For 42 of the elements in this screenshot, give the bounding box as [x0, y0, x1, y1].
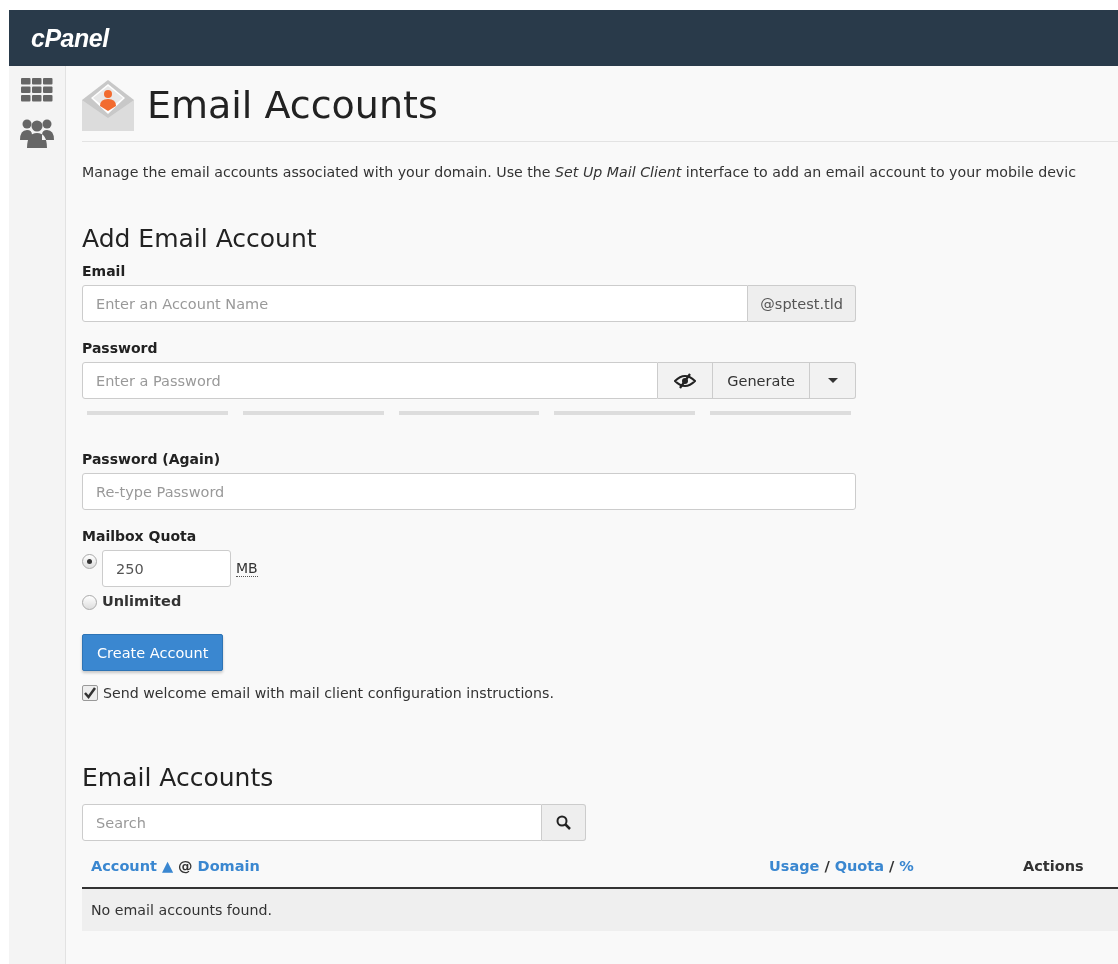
account-sort-link[interactable]: Account [91, 858, 157, 874]
search-button[interactable] [542, 804, 586, 841]
cpanel-logo[interactable]: cPanel [31, 23, 109, 53]
password-again-field[interactable]: Re-type Password [82, 473, 856, 510]
separator: / [889, 858, 895, 874]
grid-icon[interactable] [21, 78, 53, 102]
checkbox-label: Send welcome email with mail client configuration instructions. [103, 685, 554, 701]
radio-label: Unlimited [102, 592, 182, 609]
field-label: Password (Again) [82, 451, 222, 467]
radio-button[interactable] [82, 595, 97, 610]
show-password-button[interactable] [658, 362, 714, 399]
quota-field[interactable]: 250 [102, 550, 231, 587]
checkbox[interactable] [82, 685, 98, 701]
page-description: Manage the email accounts associated with your domain. Use the Set Up Mail Client interface to add an email account to your mobile devic [82, 164, 1077, 180]
unit-label: MB [236, 560, 258, 577]
empty-message: No email accounts found. [82, 889, 1118, 931]
domain-addon: @sptest.tld [748, 285, 856, 322]
field-label: Password [82, 340, 159, 356]
domain-sort-link[interactable]: Domain [197, 858, 260, 874]
sort-ascending-icon[interactable]: ▲ [161, 858, 174, 874]
password-field[interactable]: Enter a Password [82, 362, 659, 399]
actions-header: Actions [1023, 858, 1084, 874]
create-account-button[interactable]: Create Account [82, 634, 224, 671]
field-label: Email [82, 263, 127, 279]
search-field[interactable]: Search [82, 804, 542, 841]
percent-sort-link[interactable]: % [899, 858, 914, 874]
quota-sort-link[interactable]: Quota [834, 858, 885, 874]
eye-slash-icon [674, 372, 697, 389]
section-heading: Email Accounts [82, 763, 275, 792]
generate-button[interactable]: Generate [713, 362, 810, 399]
email-field[interactable]: Enter an Account Name [82, 285, 749, 322]
section-heading: Add Email Account [82, 224, 318, 253]
field-label: Mailbox Quota [82, 528, 198, 544]
search-icon [556, 815, 571, 830]
separator: / [824, 858, 830, 874]
usage-sort-link[interactable]: Usage [769, 858, 820, 874]
at-sign: @ [178, 858, 193, 874]
envelope-person-icon [82, 78, 135, 131]
users-icon[interactable] [20, 118, 54, 148]
page-title: Email Accounts [147, 82, 438, 127]
caret-icon [827, 378, 838, 383]
radio-button[interactable] [82, 554, 97, 569]
